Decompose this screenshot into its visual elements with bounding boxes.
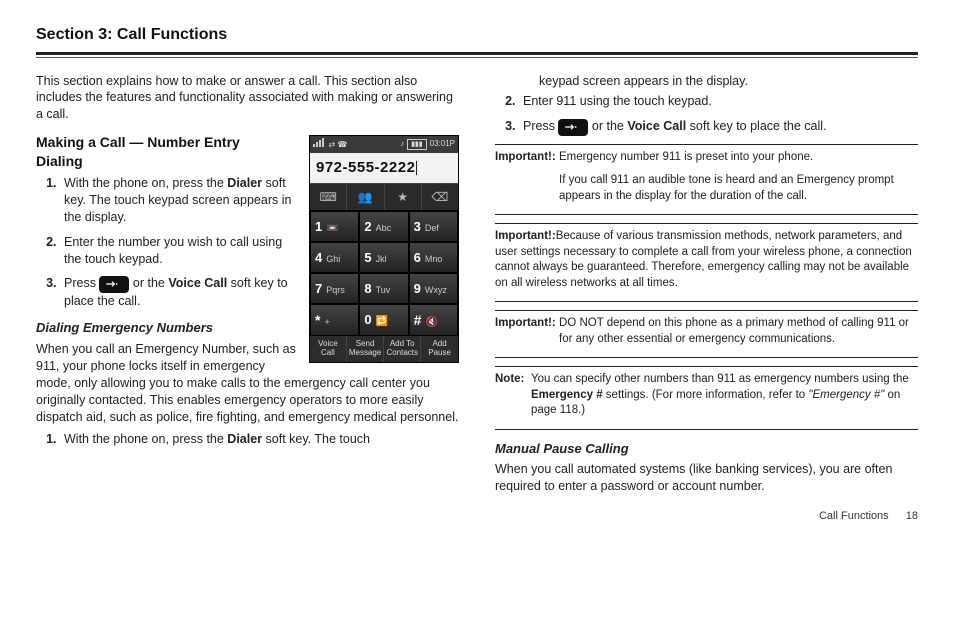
key-4: 4Ghi [310, 242, 359, 273]
emergency-step-3: Press or the Voice Call soft key to plac… [519, 118, 918, 135]
section-title: Section 3: Call Functions [36, 24, 918, 46]
emergency-steps-right: Enter 911 using the touch keypad. Press … [519, 93, 918, 135]
column-right: keypad screen appears in the display. En… [495, 73, 918, 495]
emergency-step-1: With the phone on, press the Dialer soft… [60, 431, 459, 448]
important-preset: Important!: Emergency number 911 is pres… [495, 144, 918, 216]
phone-screenshot: ⇄ ☎ ♪ ▮▮▮ 03:01P 972-555-2222 ⌨ 👥 [309, 135, 459, 363]
key-hash: #🔇 [409, 304, 458, 336]
making-call-heading: Making a Call — Number Entry Dialing [36, 133, 276, 171]
emergency-step-2: Enter 911 using the touch keypad. [519, 93, 918, 110]
key-2: 2Abc [359, 211, 408, 242]
key-7: 7Pqrs [310, 273, 359, 304]
softkey-voice-call: Voice Call [310, 336, 347, 362]
battery-icon: ▮▮▮ [407, 139, 427, 150]
key-3: 3Def [409, 211, 458, 242]
key-5: 5Jkl [359, 242, 408, 273]
two-column-layout: This section explains how to make or ans… [36, 73, 918, 495]
manual-pause-paragraph: When you call automated systems (like ba… [495, 461, 918, 495]
note-emergency-setting: Note: You can specify other numbers than… [495, 366, 918, 430]
keypad-tab-icon: ⌨ [310, 184, 347, 210]
key-8: 8Tuv [359, 273, 408, 304]
contacts-tab-icon: 👥 [347, 184, 384, 210]
phone-filter-tabs: ⌨ 👥 ★ ⌫ [310, 183, 458, 211]
phone-softkeys: Voice Call Send Message Add To Contacts … [310, 336, 458, 362]
key-9: 9Wxyz [409, 273, 458, 304]
important-donot: Important!: DO NOT depend on this phone … [495, 310, 918, 358]
key-1: 1📼 [310, 211, 359, 242]
column-left: This section explains how to make or ans… [36, 73, 459, 495]
softkey-add-pause: Add Pause [421, 336, 458, 362]
backspace-icon: ⌫ [422, 184, 458, 210]
signal-icon: ⇄ ☎ [313, 138, 347, 151]
key-star: *+ [310, 304, 359, 336]
softkey-send-message: Send Message [347, 336, 384, 362]
favorites-tab-icon: ★ [385, 184, 422, 210]
title-rule [36, 52, 918, 55]
call-key-icon [558, 119, 588, 136]
page-footer: Call Functions 18 [36, 509, 918, 524]
phone-keypad: 1📼 2Abc 3Def 4Ghi 5Jkl 6Mno 7Pqrs 8Tuv 9… [310, 211, 458, 336]
phone-time: 03:01P [430, 139, 455, 150]
phone-number-entry: 972-555-2222 [310, 153, 458, 183]
important-transmission: Important!: Because of various transmiss… [495, 223, 918, 302]
footer-label: Call Functions [819, 510, 889, 522]
page-number: 18 [906, 510, 918, 522]
music-icon: ♪ [400, 139, 404, 150]
phone-status-bar: ⇄ ☎ ♪ ▮▮▮ 03:01P [310, 136, 458, 153]
intro-paragraph: This section explains how to make or ans… [36, 73, 459, 124]
emergency-steps-left: With the phone on, press the Dialer soft… [60, 431, 459, 448]
step-1-continuation: keypad screen appears in the display. [539, 73, 918, 90]
key-6: 6Mno [409, 242, 458, 273]
key-0: 0🔁 [359, 304, 408, 336]
call-key-icon [99, 276, 129, 293]
softkey-add-contacts: Add To Contacts [384, 336, 421, 362]
manual-pause-heading: Manual Pause Calling [495, 440, 918, 458]
